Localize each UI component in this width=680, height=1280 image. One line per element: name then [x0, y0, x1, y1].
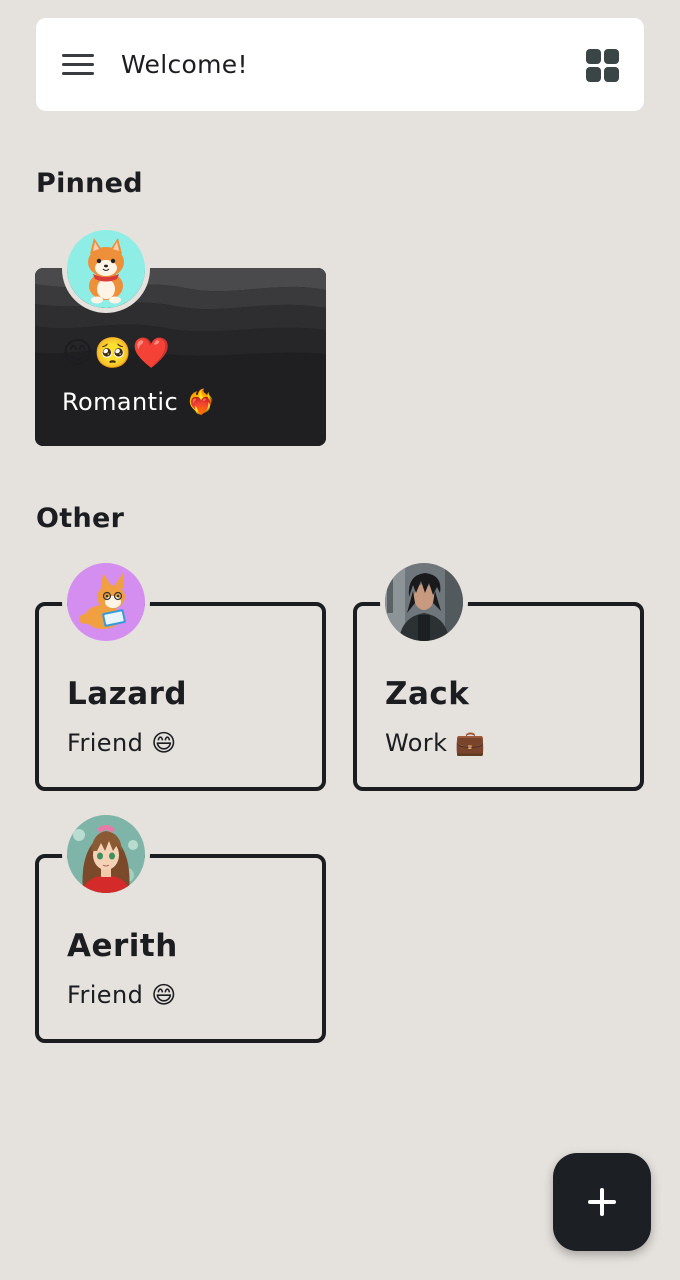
contact-name: Aerith	[67, 928, 178, 964]
section-title-other: Other	[36, 503, 125, 534]
add-contact-button[interactable]	[553, 1153, 651, 1251]
corgi-reading-avatar	[62, 558, 150, 646]
card-tag: Romantic ❤️‍🔥	[62, 388, 217, 416]
shiba-dog-avatar	[62, 225, 150, 313]
page-title: Welcome!	[121, 50, 248, 79]
contact-name: Zack	[385, 676, 470, 712]
contact-tag: Friend 😄	[67, 981, 177, 1009]
anime-girl-avatar	[62, 810, 150, 898]
grid-view-icon[interactable]	[586, 49, 620, 83]
hamburger-menu-icon[interactable]	[60, 48, 96, 82]
section-title-pinned: Pinned	[36, 168, 143, 199]
contact-tag: Work 💼	[385, 729, 486, 757]
contact-name: Lazard	[67, 676, 188, 712]
dark-haired-warrior-avatar	[380, 558, 468, 646]
top-app-bar: Welcome!	[36, 18, 644, 111]
mood-emojis: 😊🥺❤️	[62, 336, 171, 371]
contact-tag: Friend 😄	[67, 729, 177, 757]
